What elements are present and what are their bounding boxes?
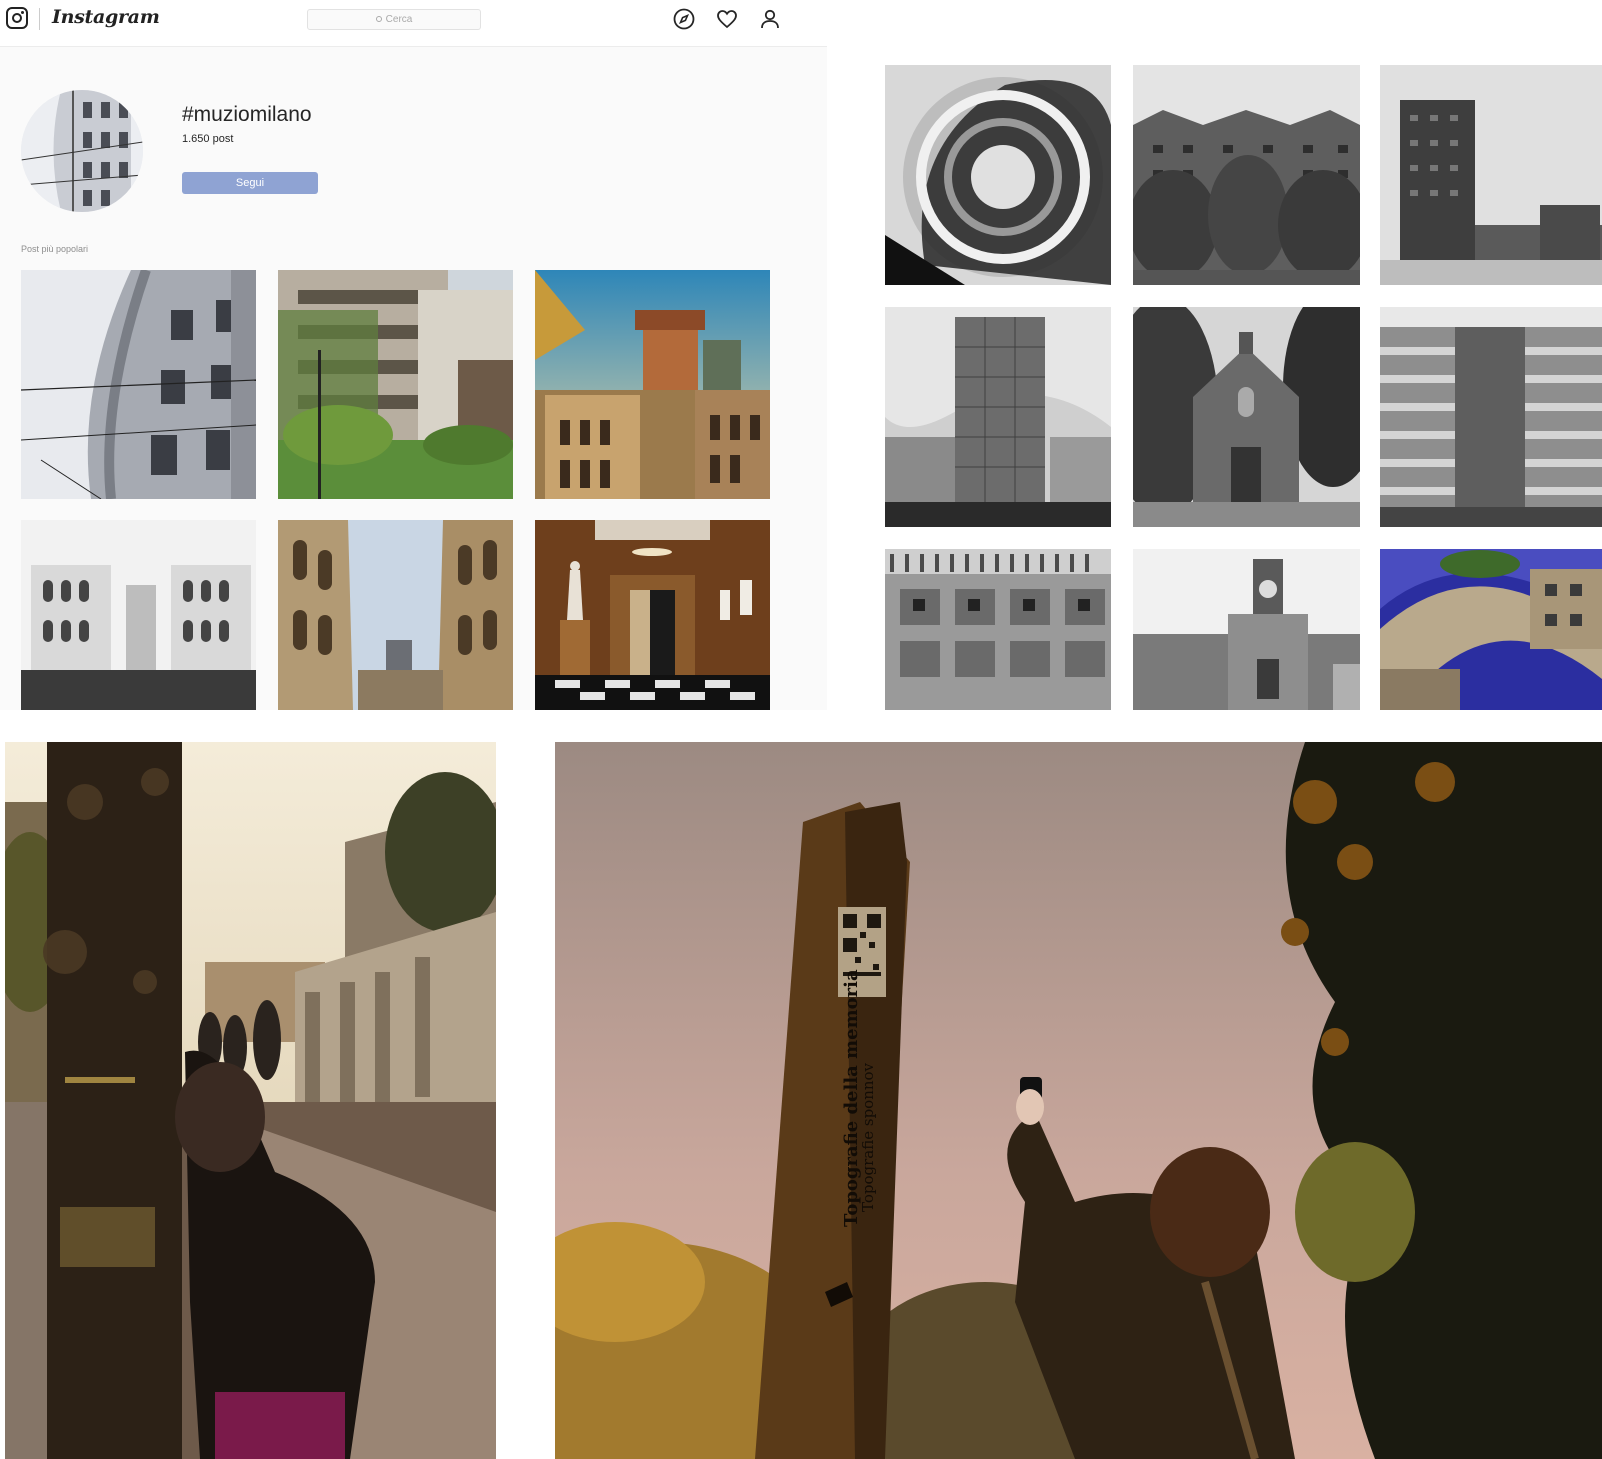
grid-tile[interactable] <box>1380 307 1602 527</box>
post-tile[interactable] <box>21 270 256 499</box>
user-icon[interactable] <box>758 7 782 31</box>
instagram-logo[interactable]: Instagram <box>52 6 160 28</box>
post-tile[interactable] <box>278 520 513 710</box>
hashtag-title: #muziomilano <box>182 103 312 126</box>
totem-qr-photo: Topografie della memoria Topografie spon… <box>555 742 1602 1459</box>
grid-tile[interactable] <box>885 307 1111 527</box>
grid-tile[interactable] <box>1133 549 1360 710</box>
top-navigation-bar: Instagram Cerca <box>0 0 827 47</box>
instagram-hashtag-page: Instagram Cerca #muziomilano 1.650 post … <box>0 0 827 710</box>
search-input[interactable]: Cerca <box>307 9 481 30</box>
post-tile[interactable] <box>21 520 256 710</box>
search-icon <box>375 16 382 22</box>
totem-text-secondary: Topografie sponnov <box>859 1062 877 1212</box>
search-placeholder: Cerca <box>385 14 413 25</box>
instagram-camera-icon[interactable] <box>6 7 28 29</box>
grid-tile[interactable] <box>1380 65 1602 285</box>
brand-divider <box>39 8 40 30</box>
post-tile[interactable] <box>535 270 770 499</box>
heart-icon[interactable] <box>715 7 739 31</box>
post-tile[interactable] <box>278 270 513 499</box>
grid-tile[interactable] <box>885 65 1111 285</box>
hashtag-avatar <box>21 90 143 212</box>
post-tile[interactable] <box>535 520 770 710</box>
bw-photo-grid <box>827 0 1602 710</box>
section-label: Post più popolari <box>21 244 89 254</box>
follow-button[interactable]: Segui <box>182 172 318 194</box>
grid-tile[interactable] <box>1133 65 1360 285</box>
grid-tile[interactable] <box>1133 307 1360 527</box>
grid-tile[interactable] <box>885 549 1111 710</box>
street-totem-photo <box>5 742 496 1459</box>
grid-tile[interactable] <box>1380 549 1602 710</box>
post-count: 1.650 post <box>182 133 234 145</box>
compass-icon[interactable] <box>672 7 696 31</box>
